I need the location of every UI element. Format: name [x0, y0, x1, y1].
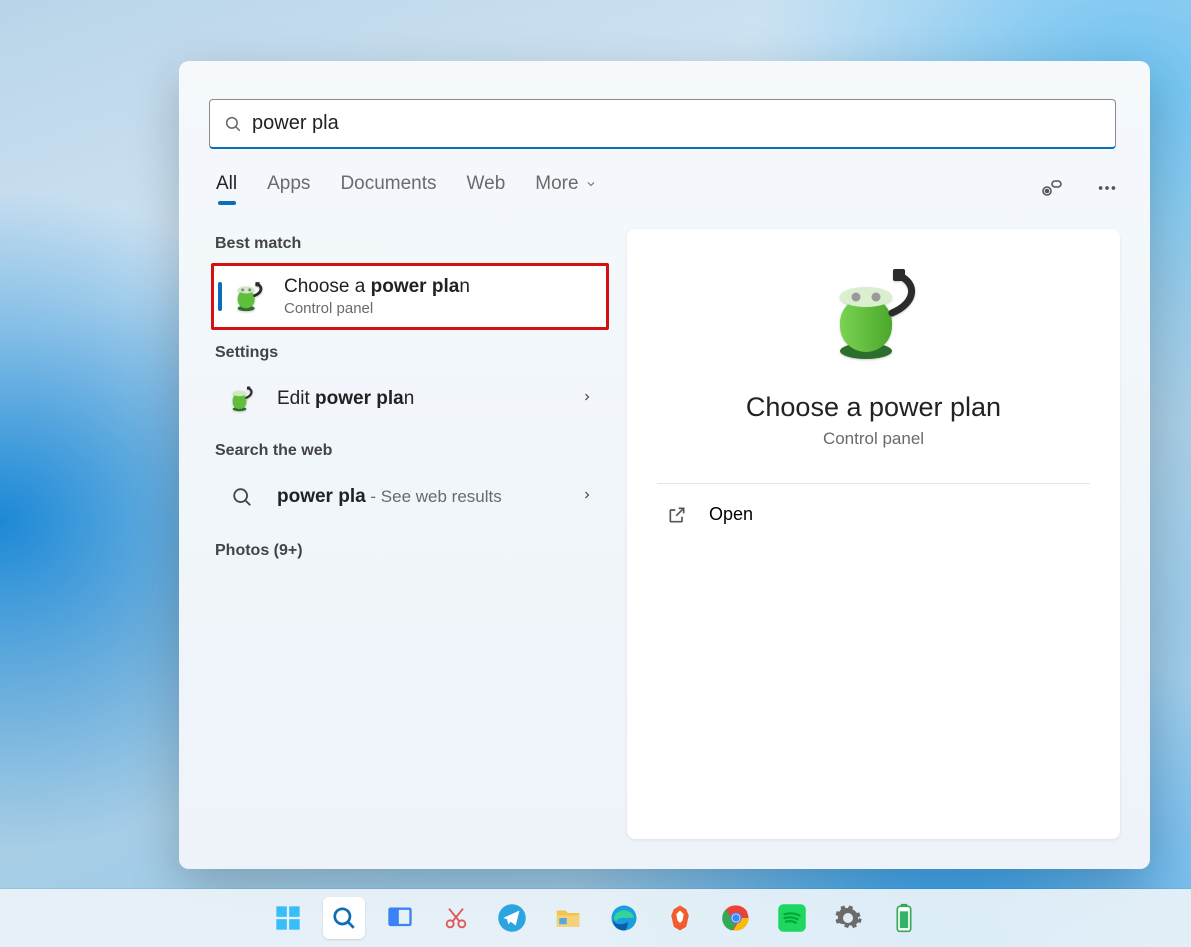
search-icon [225, 480, 259, 514]
chevron-right-icon [581, 488, 597, 506]
more-options-icon[interactable] [1094, 175, 1120, 201]
tab-more[interactable]: More [535, 173, 596, 203]
taskbar [0, 889, 1191, 947]
tab-documents[interactable]: Documents [340, 173, 436, 203]
result-web-search[interactable]: power pla - See web results [211, 470, 609, 524]
taskbar-spotify[interactable] [771, 897, 813, 939]
section-best-match-label: Best match [215, 235, 609, 253]
desktop: All Apps Documents Web More Best match [0, 0, 1191, 947]
account-icon[interactable] [1038, 175, 1064, 201]
result-settings-edit-power-plan[interactable]: Edit power plan [211, 372, 609, 426]
result-web-suffix: - See web results [366, 487, 502, 506]
preview-subtitle: Control panel [627, 429, 1120, 449]
tab-apps[interactable]: Apps [267, 173, 310, 203]
taskbar-telegram[interactable] [491, 897, 533, 939]
filter-tabs: All Apps Documents Web More [209, 173, 1120, 203]
battery-power-icon [225, 382, 259, 416]
preview-pane: Choose a power plan Control panel Open [627, 229, 1120, 839]
battery-power-icon [822, 269, 926, 374]
taskbar-snip[interactable] [435, 897, 477, 939]
result-subtitle: Control panel [284, 300, 594, 317]
result-best-match[interactable]: Choose a power plan Control panel [211, 263, 609, 330]
result-title: power pla [277, 486, 366, 507]
preview-action-open[interactable]: Open [627, 484, 1120, 545]
section-search-web-label: Search the web [215, 442, 609, 460]
search-icon [224, 115, 242, 133]
tab-all[interactable]: All [216, 173, 237, 203]
taskbar-edge[interactable] [603, 897, 645, 939]
taskbar-file-explorer[interactable] [547, 897, 589, 939]
taskbar-chrome[interactable] [715, 897, 757, 939]
search-box[interactable] [209, 99, 1116, 149]
search-panel: All Apps Documents Web More Best match [179, 61, 1150, 869]
tab-web[interactable]: Web [467, 173, 506, 203]
chevron-down-icon [585, 178, 597, 190]
result-title: Edit power plan [277, 388, 563, 410]
open-external-icon [667, 505, 687, 525]
chevron-right-icon [581, 390, 597, 408]
result-title: Choose a power plan [284, 276, 594, 298]
preview-action-label: Open [709, 504, 753, 525]
section-photos-label[interactable]: Photos (9+) [215, 542, 609, 560]
search-input[interactable] [252, 112, 1101, 135]
tab-more-label: More [535, 173, 578, 195]
taskbar-battery[interactable] [883, 897, 925, 939]
section-settings-label: Settings [215, 344, 609, 362]
taskbar-start[interactable] [267, 897, 309, 939]
taskbar-settings[interactable] [827, 897, 869, 939]
taskbar-search[interactable] [323, 897, 365, 939]
taskbar-brave[interactable] [659, 897, 701, 939]
taskbar-task-view[interactable] [379, 897, 421, 939]
results-column: Best match Cho [209, 229, 609, 839]
preview-title: Choose a power plan [627, 392, 1120, 423]
battery-power-icon [232, 280, 266, 314]
